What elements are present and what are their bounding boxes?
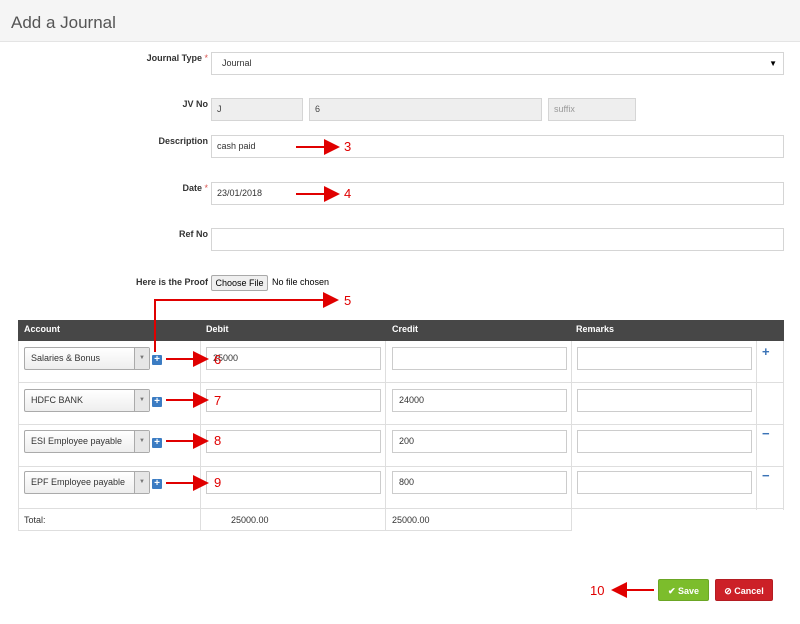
grid-divider [783, 341, 784, 510]
account-select[interactable]: Salaries & Bonus ▼ [24, 347, 150, 370]
add-row-icon[interactable]: + [762, 344, 770, 359]
dropdown-arrow-icon: ▼ [134, 390, 149, 411]
plus-square-icon[interactable]: + [152, 438, 162, 448]
plus-square-icon[interactable]: + [152, 479, 162, 489]
total-label: Total: [24, 515, 46, 525]
debit-input[interactable] [206, 389, 381, 412]
account-select[interactable]: EPF Employee payable ▼ [24, 471, 150, 494]
save-button[interactable]: ✔ Save [658, 579, 709, 601]
proof-label: Here is the Proof [135, 277, 208, 287]
description-label: Description [158, 136, 208, 146]
dropdown-arrow-icon: ▼ [134, 348, 149, 369]
choose-file-button[interactable]: Choose File [211, 275, 268, 291]
remarks-input[interactable] [577, 389, 752, 412]
date-label: Date * [182, 183, 208, 193]
ref-no-label: Ref No [179, 229, 208, 239]
debit-input[interactable]: 25000 [206, 347, 381, 370]
ban-icon: ⊘ [724, 586, 732, 596]
grid-divider [18, 341, 19, 531]
annotation-8: 8 [214, 433, 222, 448]
journal-type-label: Journal Type * [146, 53, 208, 63]
grid-header: Account Debit Credit Remarks [18, 320, 784, 341]
page-title: Add a Journal [11, 13, 116, 32]
annotation-10: 10 [590, 583, 605, 598]
grid-divider [571, 341, 572, 531]
ref-no-field[interactable] [211, 228, 784, 251]
remarks-input[interactable] [577, 471, 752, 494]
credit-input[interactable]: 200 [392, 430, 567, 453]
annotation-3: 3 [344, 139, 352, 154]
jv-suffix-field[interactable]: suffix [548, 98, 636, 121]
annotation-5: 5 [344, 293, 352, 308]
grid-divider [385, 510, 386, 531]
description-field[interactable]: cash paid [211, 135, 784, 158]
credit-input[interactable]: 24000 [392, 389, 567, 412]
remarks-input[interactable] [577, 430, 752, 453]
grid-divider [571, 510, 572, 531]
col-credit: Credit [392, 324, 419, 334]
col-account: Account [24, 324, 60, 334]
total-credit: 25000.00 [392, 515, 430, 525]
cancel-button[interactable]: ⊘ Cancel [715, 579, 773, 601]
plus-square-icon[interactable]: + [152, 397, 162, 407]
page-header: Add a Journal [0, 0, 800, 42]
remove-row-icon[interactable]: − [762, 426, 770, 441]
account-select[interactable]: HDFC BANK ▼ [24, 389, 150, 412]
dropdown-arrow-icon: ▼ [134, 431, 149, 452]
total-debit: 25000.00 [231, 515, 269, 525]
journal-type-select[interactable]: Journal ▼ [211, 52, 784, 75]
col-debit: Debit [206, 324, 229, 334]
check-icon: ✔ [667, 586, 676, 596]
grid-divider [756, 341, 757, 510]
dropdown-arrow-icon: ▼ [134, 472, 149, 493]
debit-input[interactable] [206, 430, 381, 453]
jv-number-field: 6 [309, 98, 542, 121]
date-field[interactable]: 23/01/2018 [211, 182, 784, 205]
credit-input[interactable]: 800 [392, 471, 567, 494]
file-status: No file chosen [272, 277, 330, 287]
grid-divider [385, 341, 386, 531]
annotation-9: 9 [214, 475, 222, 490]
col-remarks: Remarks [576, 324, 615, 334]
journal-type-value: Journal [222, 58, 252, 68]
account-select[interactable]: ESI Employee payable ▼ [24, 430, 150, 453]
grid-divider [200, 510, 201, 531]
remove-row-icon[interactable]: − [762, 468, 770, 483]
journal-entries-grid: Account Debit Credit Remarks Salaries & … [18, 320, 784, 531]
jv-prefix-field: J [211, 98, 303, 121]
remarks-input[interactable] [577, 347, 752, 370]
grid-divider [200, 341, 201, 531]
annotation-4: 4 [344, 186, 352, 201]
annotation-7: 7 [214, 393, 222, 408]
caret-down-icon: ▼ [769, 59, 777, 68]
debit-input[interactable] [206, 471, 381, 494]
credit-input[interactable] [392, 347, 567, 370]
jv-no-label: JV No [182, 99, 208, 109]
total-row [18, 509, 571, 531]
grid-divider [18, 510, 19, 531]
annotation-6: 6 [214, 352, 222, 367]
plus-square-icon[interactable]: + [152, 355, 162, 365]
